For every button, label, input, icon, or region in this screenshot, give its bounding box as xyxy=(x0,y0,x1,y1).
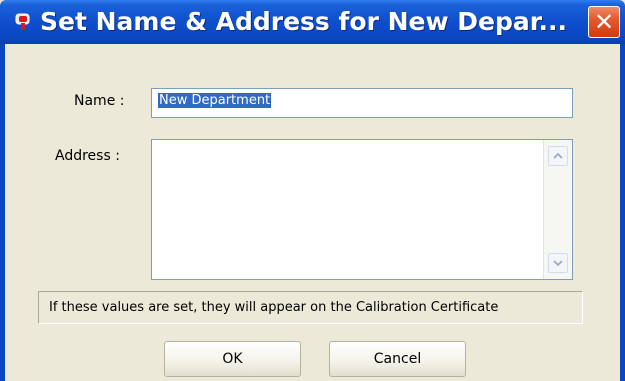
name-label: Name : xyxy=(74,93,125,109)
address-field[interactable] xyxy=(151,139,573,280)
info-text: If these values are set, they will appea… xyxy=(49,300,499,315)
scroll-up-button[interactable] xyxy=(548,146,568,166)
info-message: If these values are set, they will appea… xyxy=(38,291,583,324)
app-icon xyxy=(15,13,30,30)
address-label: Address : xyxy=(55,148,120,164)
dialog-window: Set Name & Address for New Depar... ✕ Na… xyxy=(0,0,625,381)
name-field-value: New Department xyxy=(158,93,272,108)
scroll-down-button[interactable] xyxy=(548,253,568,273)
ok-button[interactable]: OK xyxy=(164,341,301,377)
chevron-up-icon xyxy=(553,152,563,159)
window-border-left xyxy=(0,44,5,381)
dialog-title: Set Name & Address for New Depar... xyxy=(40,7,568,36)
cancel-button[interactable]: Cancel xyxy=(329,341,466,377)
chevron-down-icon xyxy=(553,260,563,267)
name-field[interactable]: New Department xyxy=(151,88,573,118)
address-scrollbar[interactable] xyxy=(543,140,572,279)
close-icon: ✕ xyxy=(593,8,615,36)
close-button[interactable]: ✕ xyxy=(588,6,620,38)
cancel-button-label: Cancel xyxy=(373,351,422,367)
title-bar[interactable]: Set Name & Address for New Depar... ✕ xyxy=(0,0,625,44)
ok-button-label: OK xyxy=(222,351,243,367)
window-border-right xyxy=(620,44,625,381)
